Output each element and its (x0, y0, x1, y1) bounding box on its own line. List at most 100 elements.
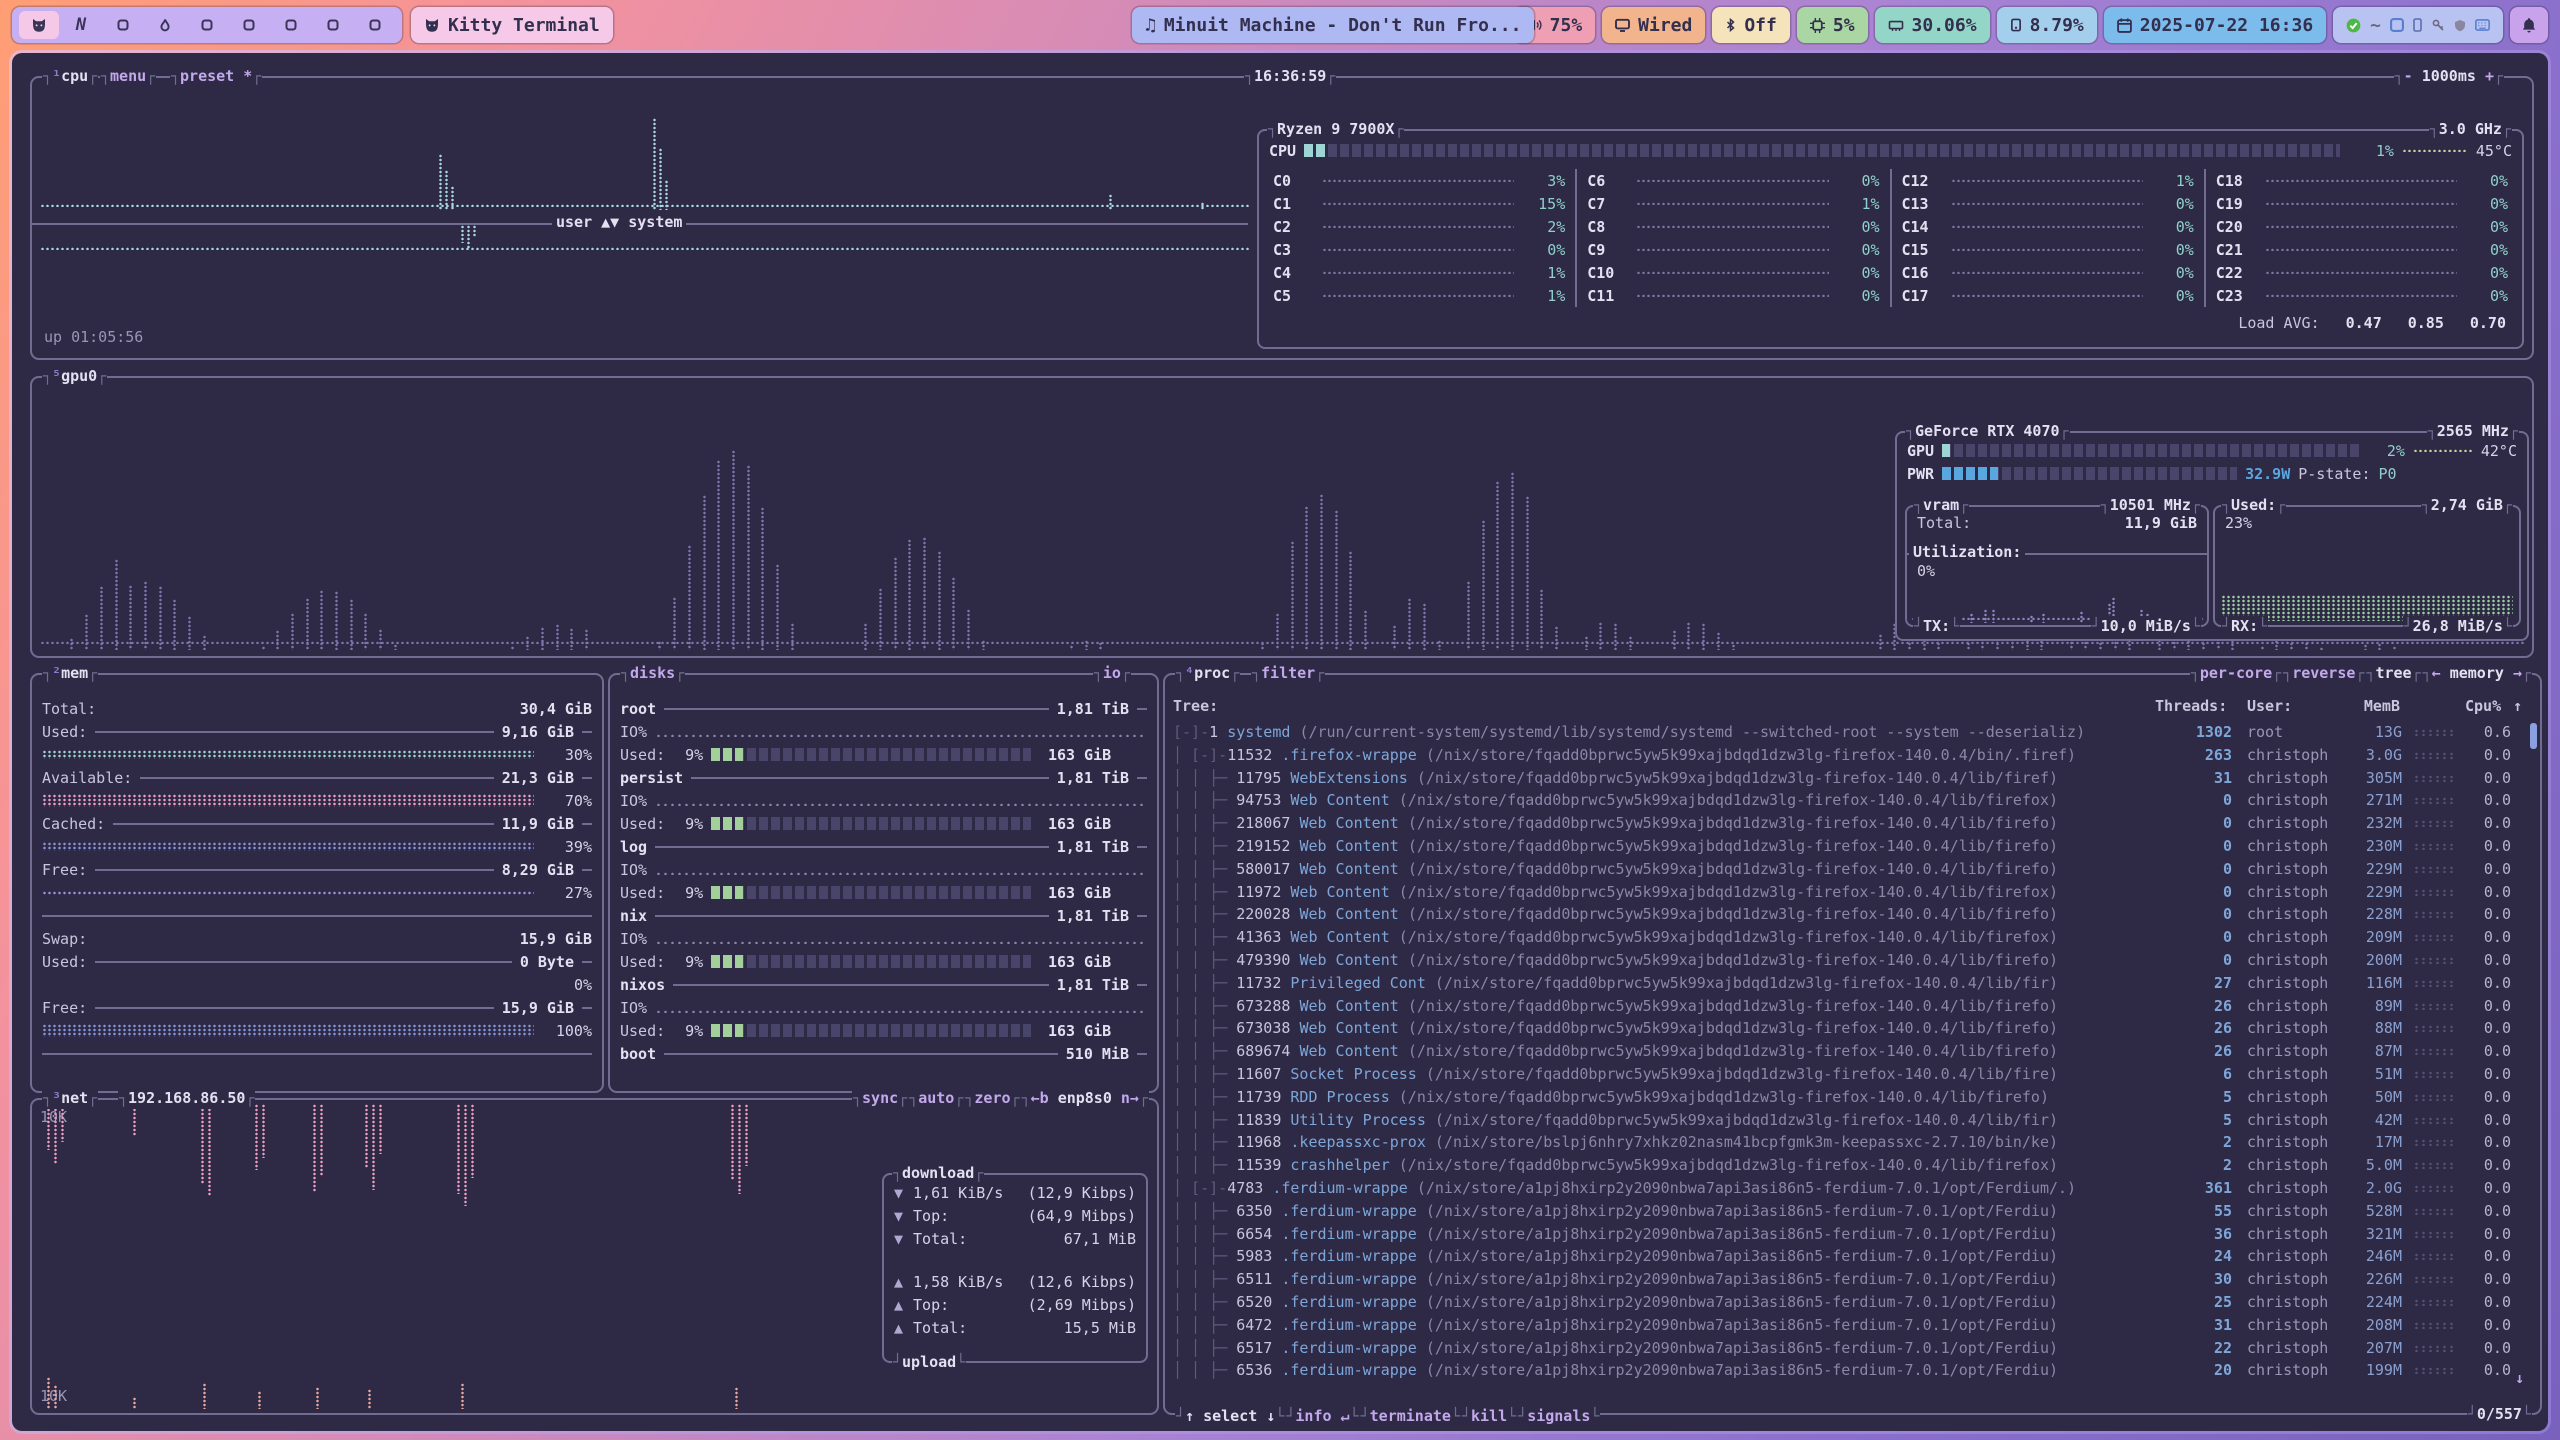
proc-header-tree[interactable]: Tree: (1173, 697, 1218, 715)
net-sync-button[interactable]: sync (852, 1088, 908, 1109)
process-row-1[interactable]: [-]-1 systemd (/run/current-system/syste… (1167, 721, 2528, 744)
process-row-580017[interactable]: │ │ ├─ 580017 Web Content (/nix/store/fq… (1167, 858, 2528, 881)
status-disk[interactable]: 8.79% (1997, 7, 2097, 43)
proc-action-kill[interactable]: kill (1461, 1407, 1517, 1425)
proc-header-cpu[interactable]: Cpu% (2465, 697, 2501, 715)
disk-io-row: IO% (610, 789, 1157, 812)
proc-scrollbar[interactable] (2530, 723, 2537, 1373)
process-row-94753[interactable]: │ │ ├─ 94753 Web Content (/nix/store/fqa… (1167, 789, 2528, 812)
tray-keyboard-icon[interactable] (2475, 19, 2490, 31)
download-stats: ▼1,61 KiB/s(12,9 Kibps)▼Top:(64,9 Mibps)… (884, 1175, 1146, 1250)
process-row-6520[interactable]: │ │ ├─ 6520 .ferdium-wrappe (/nix/store/… (1167, 1291, 2528, 1314)
tray-wave-icon[interactable]: ~ (2370, 15, 2381, 36)
proc-per-core-button[interactable]: per-core (2190, 663, 2282, 684)
proc-action-info[interactable]: info ↵ (1285, 1407, 1359, 1425)
process-row-6511[interactable]: │ │ ├─ 6511 .ferdium-wrappe (/nix/store/… (1167, 1268, 2528, 1291)
workspace-2-nvim-icon[interactable]: N (61, 11, 101, 39)
process-row-41363[interactable]: │ │ ├─ 41363 Web Content (/nix/store/fqa… (1167, 926, 2528, 949)
process-row-6350[interactable]: │ │ ├─ 6350 .ferdium-wrappe (/nix/store/… (1167, 1200, 2528, 1223)
proc-action-select[interactable]: ↑ select ↓ (1175, 1407, 1285, 1425)
disks-box-title: disks (620, 663, 685, 684)
proc-filter-button[interactable]: filter (1251, 663, 1325, 684)
process-row-11732[interactable]: │ │ ├─ 11732 Privileged Cont (/nix/store… (1167, 972, 2528, 995)
workspace-9-box-icon[interactable] (355, 11, 395, 39)
core-C4: C41% (1265, 261, 1573, 284)
scroll-more-arrow[interactable]: ↓ (2515, 1369, 2524, 1387)
process-row-11972[interactable]: │ │ ├─ 11972 Web Content (/nix/store/fqa… (1167, 881, 2528, 904)
network-box-title: ³net (42, 1088, 98, 1109)
status-bluetooth[interactable]: Off (1712, 7, 1790, 43)
proc-header-mem[interactable]: MemB (2355, 697, 2400, 715)
cpu-preset-button[interactable]: preset * (170, 66, 262, 87)
disks-io-button[interactable]: io (1093, 663, 1131, 684)
status-memory[interactable]: 30.06% (1875, 7, 1990, 43)
process-row-11739[interactable]: │ │ ├─ 11739 RDD Process (/nix/store/fqa… (1167, 1086, 2528, 1109)
process-row-218067[interactable]: │ │ ├─ 218067 Web Content (/nix/store/fq… (1167, 812, 2528, 835)
process-row-11539[interactable]: │ │ ├─ 11539 crashhelper (/nix/store/fqa… (1167, 1154, 2528, 1177)
proc-reverse-button[interactable]: reverse (2282, 663, 2365, 684)
net-interface-switcher[interactable]: ←b enp8s0 n→ (1021, 1088, 1149, 1109)
tray-shield-icon[interactable] (2454, 19, 2466, 32)
process-row-479390[interactable]: │ │ ├─ 479390 Web Content (/nix/store/fq… (1167, 949, 2528, 972)
status-network[interactable]: Wired (1602, 7, 1705, 43)
gpu-frequency: 2565 MHz (2427, 421, 2519, 442)
core-C12: C121% (1894, 169, 2202, 192)
disk-io-row: IO% (610, 720, 1157, 743)
workspace-1-cat-icon[interactable] (19, 11, 59, 39)
status-clock[interactable]: 2025-07-22 16:36 (2104, 7, 2326, 43)
process-row-6536[interactable]: │ │ ├─ 6536 .ferdium-wrappe (/nix/store/… (1167, 1359, 2528, 1382)
process-row-219152[interactable]: │ │ ├─ 219152 Web Content (/nix/store/fq… (1167, 835, 2528, 858)
window-title-pill[interactable]: Kitty Terminal (411, 7, 613, 43)
process-row-5983[interactable]: │ │ ├─ 5983 .ferdium-wrappe (/nix/store/… (1167, 1245, 2528, 1268)
cpu-interval-control[interactable]: - 1000ms + (2394, 66, 2504, 87)
proc-header-user[interactable]: User: (2247, 697, 2292, 715)
workspace-5-box-icon[interactable] (187, 11, 227, 39)
process-row-4783[interactable]: │ [-]-4783 .ferdium-wrappe (/nix/store/a… (1167, 1177, 2528, 1200)
process-row-11839[interactable]: │ │ ├─ 11839 Utility Process (/nix/store… (1167, 1109, 2528, 1132)
music-widget[interactable]: ♫ Minuit Machine - Don't Run Fro... (1132, 7, 1534, 43)
notification-bell[interactable] (2510, 7, 2548, 43)
proc-scrollbar-thumb[interactable] (2530, 723, 2537, 749)
proc-sort-selector[interactable]: ← memory → (2422, 663, 2532, 684)
tray-check-icon[interactable] (2346, 18, 2361, 33)
net-zero-button[interactable]: zero (964, 1088, 1020, 1109)
process-row-11968[interactable]: │ │ ├─ 11968 .keepassxc-prox (/nix/store… (1167, 1131, 2528, 1154)
tray-window-icon[interactable] (2390, 18, 2404, 32)
workspace-7-box-icon[interactable] (271, 11, 311, 39)
tray-phone-icon[interactable] (2413, 18, 2422, 32)
cpu-menu-button[interactable]: menu (100, 66, 156, 87)
process-row-11532[interactable]: │ [-]-11532 .firefox-wrappe (/nix/store/… (1167, 744, 2528, 767)
process-row-6472[interactable]: │ │ ├─ 6472 .ferdium-wrappe (/nix/store/… (1167, 1314, 2528, 1337)
system-tray[interactable]: ~ (2333, 7, 2503, 43)
mem-divider (32, 904, 602, 927)
process-row-673288[interactable]: │ │ ├─ 673288 Web Content (/nix/store/fq… (1167, 995, 2528, 1018)
workspace-8-box-icon[interactable] (313, 11, 353, 39)
proc-action-signals[interactable]: signals (1517, 1407, 1600, 1425)
proc-header-threads[interactable]: Threads: (2155, 697, 2227, 715)
vram-box: vram 10501 MHz Total: 11,9 GiB Utilizati… (1905, 505, 2209, 627)
vram-frequency: 10501 MHz (2100, 495, 2201, 516)
process-row-11607[interactable]: │ │ ├─ 11607 Socket Process (/nix/store/… (1167, 1063, 2528, 1086)
cpu-total-meter (1304, 144, 2340, 157)
net-auto-button[interactable]: auto (908, 1088, 964, 1109)
process-row-673038[interactable]: │ │ ├─ 673038 Web Content (/nix/store/fq… (1167, 1017, 2528, 1040)
workspace-6-box-icon[interactable] (229, 11, 269, 39)
process-row-11795[interactable]: │ │ ├─ 11795 WebExtensions (/nix/store/f… (1167, 767, 2528, 790)
workspaces-widget[interactable]: N (12, 7, 402, 43)
process-row-6654[interactable]: │ │ ├─ 6654 .ferdium-wrappe (/nix/store/… (1167, 1223, 2528, 1246)
tray-key-icon[interactable] (2431, 18, 2445, 32)
proc-action-terminate[interactable]: terminate (1360, 1407, 1461, 1425)
download-stat-row: ▼Total:67,1 MiB (884, 1227, 1146, 1250)
process-row-220028[interactable]: │ │ ├─ 220028 Web Content (/nix/store/fq… (1167, 903, 2528, 926)
mem-row-cached: Cached:11,9 GiB (32, 812, 602, 835)
proc-tree-button[interactable]: tree (2365, 663, 2421, 684)
mem-graph-row: 70% (32, 789, 602, 812)
download-stat-row: ▼Top:(64,9 Mibps) (884, 1204, 1146, 1227)
process-row-6517[interactable]: │ │ ├─ 6517 .ferdium-wrappe (/nix/store/… (1167, 1337, 2528, 1360)
cpu-detail-panel: Ryzen 9 7900X 3.0 GHz CPU 1% 45°C C03%C1… (1257, 129, 2524, 349)
workspace-4-flame-icon[interactable] (145, 11, 185, 39)
status-cpu[interactable]: 5% (1797, 7, 1868, 43)
workspace-3-box-icon[interactable] (103, 11, 143, 39)
process-row-689674[interactable]: │ │ ├─ 689674 Web Content (/nix/store/fq… (1167, 1040, 2528, 1063)
mem-graph-row: 100% (32, 1019, 602, 1042)
